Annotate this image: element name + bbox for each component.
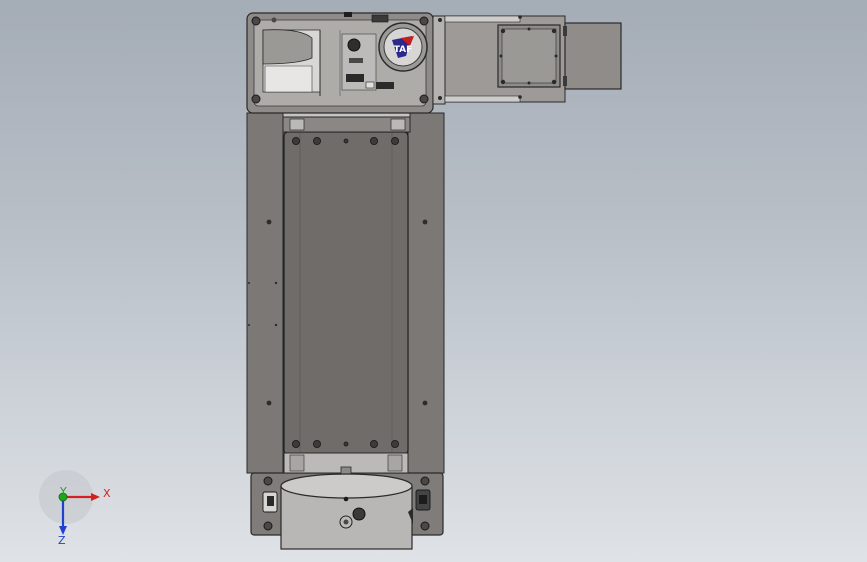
logo-text: TAF xyxy=(394,45,413,55)
z-axis-label: Z xyxy=(58,534,66,547)
logo-badge: TAF xyxy=(378,22,428,72)
graphics-viewport[interactable]: TAF X Y Z xyxy=(0,0,867,562)
side-motor[interactable] xyxy=(432,15,622,105)
axis-triad: X Y Z xyxy=(39,470,111,547)
actuator-body[interactable] xyxy=(246,112,445,474)
x-axis-label: X xyxy=(103,487,111,500)
model-drawing[interactable]: TAF X Y Z xyxy=(0,0,867,562)
y-axis-label: Y xyxy=(59,485,67,498)
bottom-cylinder[interactable] xyxy=(280,473,413,550)
